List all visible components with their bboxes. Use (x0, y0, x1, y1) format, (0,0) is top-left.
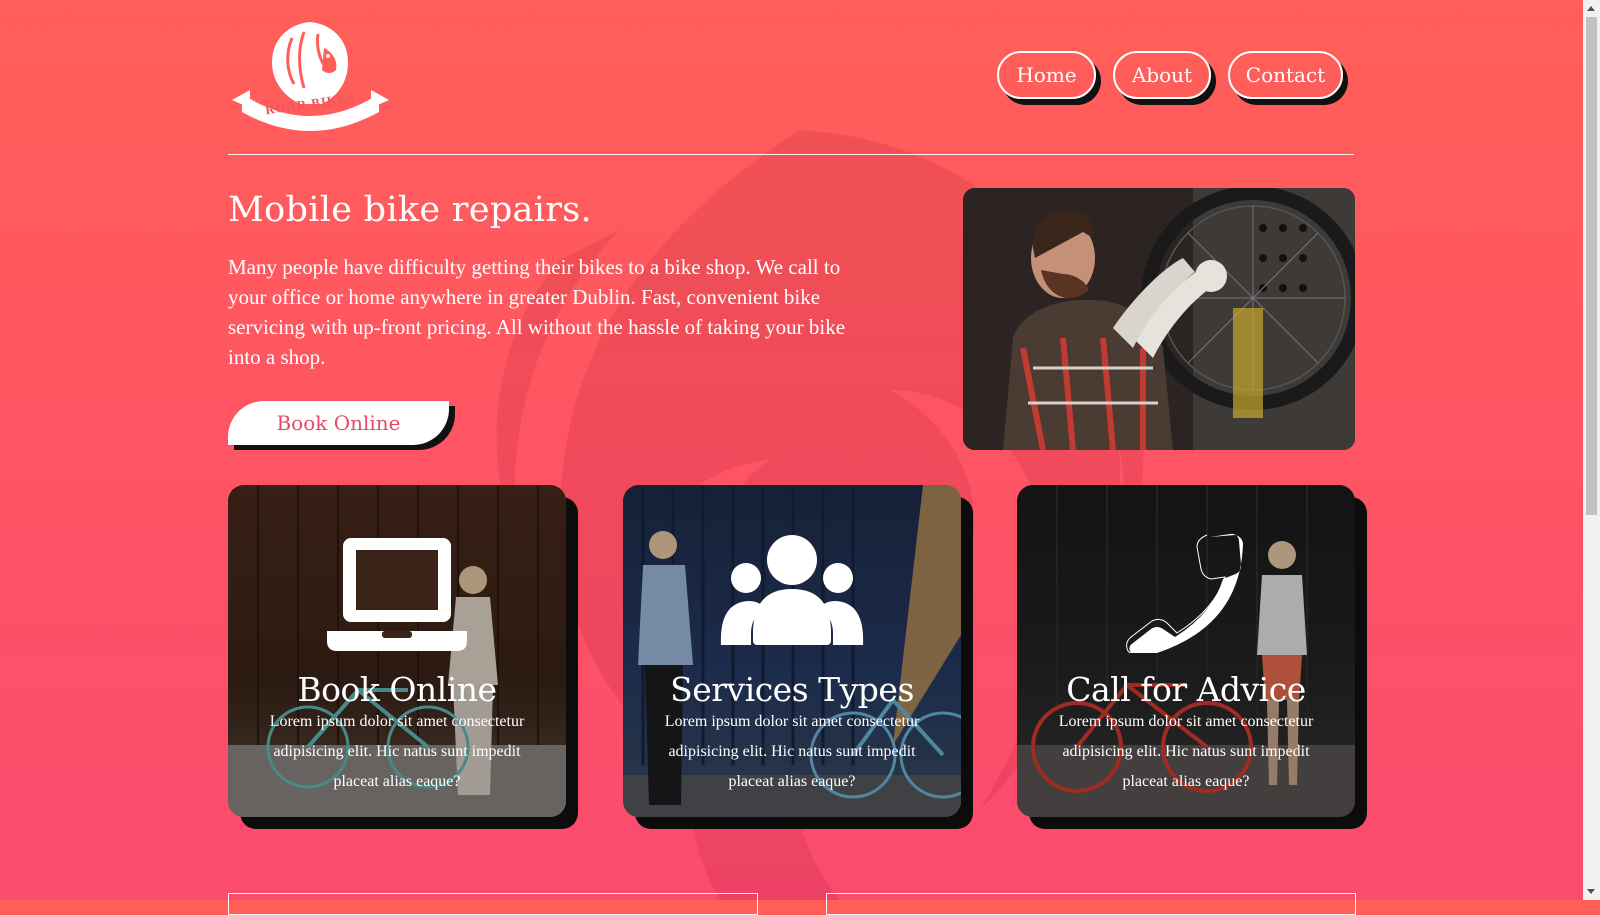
hero-photo-mechanic (963, 188, 1355, 450)
logo[interactable]: ROAR BIKES (228, 18, 393, 133)
scrollbar-thumb[interactable] (1586, 17, 1597, 515)
scroll-up-arrow-icon[interactable] (1587, 6, 1595, 11)
users-icon (720, 535, 864, 645)
card-text: Lorem ipsum dolor sit amet consectetur a… (1058, 713, 1314, 790)
scroll-down-arrow-icon[interactable] (1587, 889, 1595, 894)
card-title: Services Types (670, 670, 914, 709)
phone-icon (1126, 533, 1243, 653)
bottom-panel-right (826, 893, 1356, 915)
main-nav: Home About Contact (997, 51, 1343, 99)
mechanic-photo-illustration (963, 188, 1355, 450)
bottom-panel-left (228, 893, 758, 915)
card-text: Lorem ipsum dolor sit amet consectetur a… (269, 713, 525, 790)
card-book-online[interactable]: Book Online Lorem ipsum dolor sit amet c… (228, 485, 566, 817)
header-divider (228, 154, 1354, 155)
nav-contact-button[interactable]: Contact (1228, 51, 1343, 99)
card-text: Lorem ipsum dolor sit amet consectetur a… (664, 713, 920, 790)
laptop-icon (327, 538, 467, 651)
hero-title: Mobile bike repairs. (228, 190, 592, 230)
card-services-types[interactable]: Services Types Lorem ipsum dolor sit ame… (623, 485, 961, 817)
book-online-button[interactable]: Book Online (228, 401, 449, 445)
hero-description: Many people have difficulty getting thei… (228, 255, 846, 369)
nav-home-button[interactable]: Home (997, 51, 1096, 99)
card-call-for-advice[interactable]: Call for Advice Lorem ipsum dolor sit am… (1017, 485, 1355, 817)
page-scrollbar[interactable] (1583, 0, 1600, 900)
card-title: Call for Advice (1066, 670, 1306, 709)
nav-about-button[interactable]: About (1113, 51, 1211, 99)
card-title: Book Online (297, 670, 497, 709)
